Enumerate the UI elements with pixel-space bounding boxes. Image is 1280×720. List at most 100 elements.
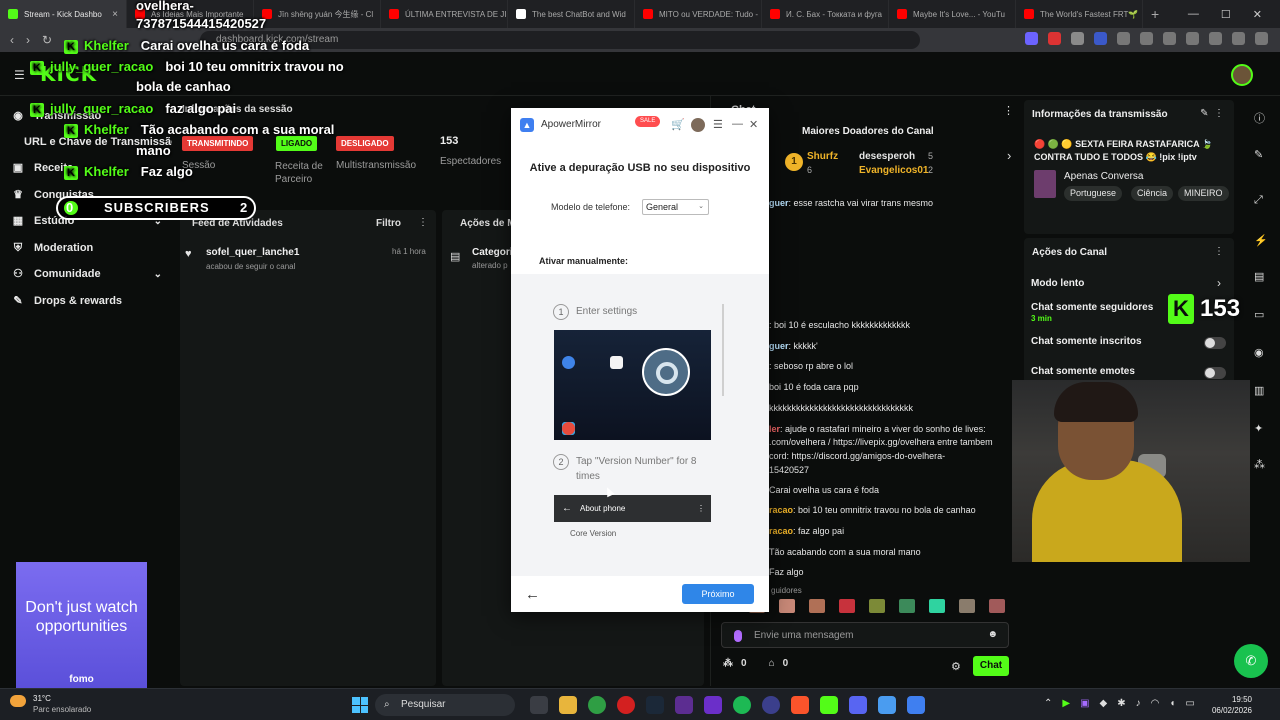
discord-icon[interactable] — [849, 696, 867, 714]
emoji-icon[interactable]: ☻ — [987, 629, 998, 640]
whatsapp-icon[interactable]: ✆ — [1234, 644, 1268, 678]
browser-tab[interactable]: Maybe It's Love... - YouTu — [889, 0, 1016, 28]
extension-icon[interactable] — [1025, 32, 1038, 45]
gear-icon[interactable]: ⚙ — [951, 660, 961, 673]
mic-icon[interactable]: ♪ — [1136, 698, 1141, 709]
tag[interactable]: Ciência — [1131, 186, 1174, 201]
phone-model-select[interactable]: General ⌄ — [642, 199, 709, 215]
maximize-icon[interactable]: ☐ — [1221, 8, 1231, 21]
channel-action-label[interactable]: Modo lento — [1031, 278, 1084, 289]
apowermirror-icon[interactable] — [907, 696, 925, 714]
layout-icon[interactable]: ▥ — [1254, 384, 1264, 397]
minimize-icon[interactable]: — — [732, 118, 743, 130]
hamburger-icon[interactable]: ☰ — [14, 68, 25, 82]
shield-icon[interactable] — [1232, 32, 1245, 45]
channel-action-label[interactable]: Chat somente seguidores — [1031, 302, 1153, 313]
chat-send-button[interactable]: Chat — [973, 656, 1009, 676]
chevron-right-icon[interactable]: › — [1217, 276, 1221, 290]
extension-icon[interactable] — [1048, 32, 1061, 45]
tag[interactable]: MINEIRO — [1178, 186, 1229, 201]
clock[interactable]: 19:50 06/02/2026 — [1208, 694, 1252, 716]
file-explorer-icon[interactable] — [559, 696, 577, 714]
channel-action-label[interactable]: Chat somente inscritos — [1031, 336, 1142, 347]
extension-icon[interactable] — [1140, 32, 1153, 45]
chevron-up-icon[interactable]: ⌃ — [1044, 698, 1052, 709]
play-icon[interactable]: ▶ — [1062, 698, 1070, 709]
chat-username[interactable]: racao — [769, 526, 793, 536]
chat-icon[interactable]: ▭ — [1254, 308, 1264, 321]
app-tray-icon[interactable]: ◆ — [1100, 698, 1108, 709]
brave-icon[interactable] — [791, 696, 809, 714]
kick-icon[interactable] — [820, 696, 838, 714]
app-icon[interactable] — [762, 696, 780, 714]
menu-icon[interactable]: ☰ — [713, 118, 723, 131]
opera-icon[interactable] — [617, 696, 635, 714]
feed-user[interactable]: sofel_quer_lanche1 — [206, 247, 299, 258]
sidebar-item-drops[interactable]: ✎ Drops & rewards — [12, 295, 162, 307]
edit-icon[interactable]: ✎ ⋮ — [1200, 108, 1224, 119]
windows-start-icon[interactable] — [352, 697, 368, 713]
community-icon[interactable]: ⁂ — [1254, 458, 1265, 471]
weather-icon[interactable] — [10, 695, 26, 707]
wrench-icon[interactable]: ✦ — [1254, 422, 1263, 435]
more-icon[interactable]: ⋮ — [1214, 246, 1224, 257]
list-icon[interactable]: ▤ — [1254, 270, 1264, 283]
chat-username[interactable]: guer — [769, 341, 789, 351]
toggle-switch[interactable] — [1204, 337, 1226, 349]
music-icon[interactable] — [1163, 32, 1176, 45]
reload-icon[interactable]: ↻ — [42, 33, 52, 47]
notepad-icon[interactable] — [878, 696, 896, 714]
chat-username[interactable]: ler — [769, 424, 780, 434]
battery-icon[interactable]: ▭ — [1185, 698, 1194, 709]
sidebar-item-comunidade[interactable]: ⚇ Comunidade ⌄ — [12, 268, 162, 280]
extension-icon[interactable] — [1117, 32, 1130, 45]
lightning-icon[interactable]: ⚡ — [1254, 234, 1268, 247]
avatar[interactable] — [1231, 64, 1253, 86]
taskbar-search[interactable]: ⌕ Pesquisar — [375, 694, 515, 716]
emote[interactable] — [959, 599, 975, 613]
points-icon[interactable]: ⁂ — [723, 658, 733, 669]
app-icon[interactable] — [675, 696, 693, 714]
store-icon[interactable]: ⌂ — [769, 658, 775, 669]
emote[interactable] — [929, 599, 945, 613]
emote[interactable] — [839, 599, 855, 613]
back-arrow-button[interactable]: ← — [525, 586, 540, 603]
emote[interactable] — [989, 599, 1005, 613]
emote[interactable] — [809, 599, 825, 613]
chrome-icon[interactable] — [588, 696, 606, 714]
extension-icon[interactable] — [1071, 32, 1084, 45]
settings-icon[interactable] — [1209, 32, 1222, 45]
close-icon[interactable]: ✕ — [749, 118, 758, 131]
next-button[interactable]: Próximo — [682, 584, 754, 604]
browser-tab[interactable]: Stream - Kick Dashbo × — [0, 0, 127, 28]
browser-tab[interactable]: MITO ou VERDADE: Tudo - — [635, 0, 762, 28]
avatar[interactable] — [691, 118, 705, 132]
new-tab-icon[interactable]: + — [1143, 6, 1159, 22]
filter-button[interactable]: Filtro — [376, 218, 401, 229]
channel-action-label[interactable]: Chat somente emotes — [1031, 366, 1135, 377]
sale-badge[interactable]: SALE — [635, 116, 661, 127]
sidebar-icon[interactable] — [1186, 32, 1199, 45]
app-tray-icon[interactable]: ▣ — [1080, 698, 1089, 709]
tag[interactable]: Portuguese — [1064, 186, 1123, 201]
toggle-switch[interactable] — [1204, 367, 1226, 379]
spotify-icon[interactable] — [733, 696, 751, 714]
chat-input[interactable]: Envie uma mensagem ☻ — [721, 622, 1009, 648]
extension-icon[interactable] — [1094, 32, 1107, 45]
edit-icon[interactable]: ✎ — [1254, 148, 1263, 161]
menu-icon[interactable] — [1255, 32, 1268, 45]
browser-tab[interactable]: The World's Fastest FRT🌱 — [1016, 0, 1143, 28]
browser-tab[interactable]: И. С. Бах - Токката и фуга — [762, 0, 889, 28]
emote[interactable] — [779, 599, 795, 613]
category-name[interactable]: Apenas Conversa — [1064, 171, 1144, 182]
more-icon[interactable]: ⋮ — [418, 217, 428, 228]
browser-tab[interactable]: Jīn shēng yuán 今生缘 - Cl — [254, 0, 381, 28]
chevron-right-icon[interactable]: › — [1007, 148, 1011, 163]
sidebar-item-moderation[interactable]: ⛨ Moderation — [12, 242, 162, 254]
app-icon[interactable] — [704, 696, 722, 714]
broadcast-icon[interactable]: ◉ — [1254, 346, 1264, 359]
browser-tab[interactable]: ÚLTIMA ENTREVISTA DE JI — [381, 0, 508, 28]
bluetooth-icon[interactable]: ✱ — [1117, 698, 1125, 709]
scrollbar[interactable] — [722, 304, 724, 396]
forward-icon[interactable]: › — [26, 33, 30, 47]
